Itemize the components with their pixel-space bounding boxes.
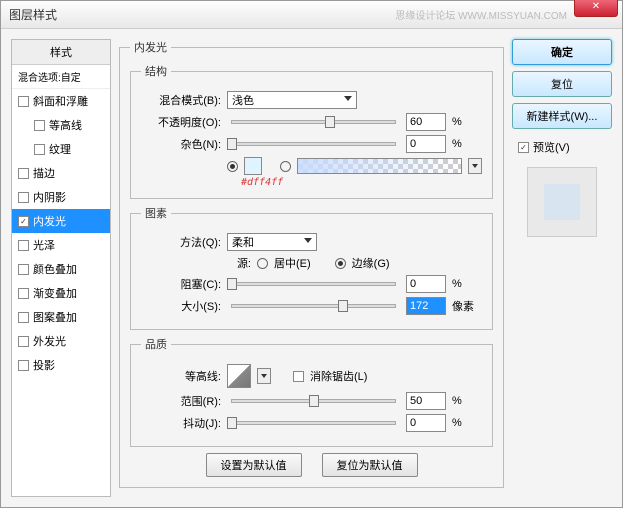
choke-slider[interactable] — [231, 282, 396, 286]
sidebar-item-11[interactable]: 投影 — [12, 353, 110, 377]
sidebar-item-4[interactable]: 内阴影 — [12, 185, 110, 209]
solid-color-radio[interactable] — [227, 161, 238, 172]
contour-label: 等高线: — [141, 368, 221, 384]
sidebar-item-10[interactable]: 外发光 — [12, 329, 110, 353]
opacity-slider[interactable] — [231, 120, 396, 124]
style-checkbox[interactable] — [18, 96, 29, 107]
elements-group: 图素 方法(Q): 柔和 源: 居中(E) 边缘(G) — [130, 205, 493, 330]
sidebar-header[interactable]: 样式 — [12, 40, 110, 65]
sidebar-item-label: 描边 — [33, 165, 55, 181]
window-title: 图层样式 — [9, 6, 57, 23]
sidebar-item-6[interactable]: 光泽 — [12, 233, 110, 257]
preview-label: 预览(V) — [533, 139, 570, 155]
close-button[interactable]: ✕ — [574, 0, 618, 17]
make-default-button[interactable]: 设置为默认值 — [206, 453, 302, 477]
size-slider[interactable] — [231, 304, 396, 308]
source-center-radio[interactable] — [257, 258, 268, 269]
gradient-dropdown[interactable] — [468, 158, 482, 174]
contour-picker[interactable] — [227, 364, 251, 388]
technique-combo[interactable]: 柔和 — [227, 233, 317, 251]
jitter-slider[interactable] — [231, 421, 396, 425]
sidebar-item-label: 投影 — [33, 357, 55, 373]
sidebar-item-label: 内阴影 — [33, 189, 66, 205]
sidebar-item-label: 内发光 — [33, 213, 66, 229]
sidebar-item-label: 光泽 — [33, 237, 55, 253]
style-checkbox[interactable] — [18, 216, 29, 227]
choke-label: 阻塞(C): — [141, 276, 221, 292]
opacity-input[interactable]: 60 — [406, 113, 446, 131]
color-swatch[interactable] — [244, 157, 262, 175]
panel-title: 内发光 — [130, 39, 171, 55]
style-checkbox[interactable] — [18, 360, 29, 371]
sidebar-item-7[interactable]: 颜色叠加 — [12, 257, 110, 281]
sidebar-item-2[interactable]: 纹理 — [12, 137, 110, 161]
preview-checkbox[interactable] — [518, 142, 529, 153]
style-checkbox[interactable] — [18, 240, 29, 251]
style-checkbox[interactable] — [18, 288, 29, 299]
sidebar-item-5[interactable]: 内发光 — [12, 209, 110, 233]
style-checkbox[interactable] — [18, 336, 29, 347]
sidebar-item-8[interactable]: 渐变叠加 — [12, 281, 110, 305]
styles-sidebar: 样式 混合选项:自定 斜面和浮雕等高线纹理描边内阴影内发光光泽颜色叠加渐变叠加图… — [11, 39, 111, 497]
sidebar-item-3[interactable]: 描边 — [12, 161, 110, 185]
sidebar-item-label: 斜面和浮雕 — [33, 93, 88, 109]
choke-input[interactable]: 0 — [406, 275, 446, 293]
chevron-down-icon — [344, 96, 352, 101]
sidebar-item-0[interactable]: 斜面和浮雕 — [12, 89, 110, 113]
settings-panel: 内发光 结构 混合模式(B): 浅色 不透明度(O): 60 % — [119, 39, 504, 497]
jitter-input[interactable]: 0 — [406, 414, 446, 432]
antialias-checkbox[interactable] — [293, 371, 304, 382]
style-checkbox[interactable] — [34, 120, 45, 131]
sidebar-item-label: 渐变叠加 — [33, 285, 77, 301]
style-checkbox[interactable] — [18, 168, 29, 179]
structure-group: 结构 混合模式(B): 浅色 不透明度(O): 60 % 杂色( — [130, 63, 493, 199]
reset-default-button[interactable]: 复位为默认值 — [322, 453, 418, 477]
sidebar-item-label: 等高线 — [49, 117, 82, 133]
blendmode-label: 混合模式(B): — [141, 92, 221, 108]
range-label: 范围(R): — [141, 393, 221, 409]
size-label: 大小(S): — [141, 298, 221, 314]
sidebar-item-9[interactable]: 图案叠加 — [12, 305, 110, 329]
range-input[interactable]: 50 — [406, 392, 446, 410]
technique-label: 方法(Q): — [141, 234, 221, 250]
new-style-button[interactable]: 新建样式(W)... — [512, 103, 612, 129]
noise-slider[interactable] — [231, 142, 396, 146]
titlebar[interactable]: 图层样式 思缘设计论坛 WWW.MISSYUAN.COM ✕ — [1, 1, 622, 29]
jitter-label: 抖动(J): — [141, 415, 221, 431]
gradient-radio[interactable] — [280, 161, 291, 172]
size-input[interactable]: 172 — [406, 297, 446, 315]
sidebar-item-label: 外发光 — [33, 333, 66, 349]
style-checkbox[interactable] — [34, 144, 45, 155]
noise-input[interactable]: 0 — [406, 135, 446, 153]
blendmode-combo[interactable]: 浅色 — [227, 91, 357, 109]
noise-label: 杂色(N): — [141, 136, 221, 152]
style-checkbox[interactable] — [18, 192, 29, 203]
preview-swatch — [527, 167, 597, 237]
sidebar-item-label: 颜色叠加 — [33, 261, 77, 277]
sidebar-item-label: 图案叠加 — [33, 309, 77, 325]
contour-dropdown[interactable] — [257, 368, 271, 384]
layer-style-dialog: 图层样式 思缘设计论坛 WWW.MISSYUAN.COM ✕ 样式 混合选项:自… — [0, 0, 623, 508]
source-edge-radio[interactable] — [335, 258, 346, 269]
cancel-button[interactable]: 复位 — [512, 71, 612, 97]
opacity-label: 不透明度(O): — [141, 114, 221, 130]
inner-glow-group: 内发光 结构 混合模式(B): 浅色 不透明度(O): 60 % — [119, 39, 504, 488]
quality-group: 品质 等高线: 消除锯齿(L) 范围(R): 50 % — [130, 336, 493, 447]
gradient-picker[interactable] — [297, 158, 462, 174]
hex-annotation: #dff4ff — [241, 177, 482, 188]
action-buttons: 确定 复位 新建样式(W)... 预览(V) — [512, 39, 612, 497]
watermark: 思缘设计论坛 WWW.MISSYUAN.COM — [395, 7, 567, 22]
sidebar-item-1[interactable]: 等高线 — [12, 113, 110, 137]
chevron-down-icon — [304, 238, 312, 243]
range-slider[interactable] — [231, 399, 396, 403]
sidebar-item-label: 纹理 — [49, 141, 71, 157]
source-label: 源: — [141, 255, 251, 271]
blend-options-item[interactable]: 混合选项:自定 — [12, 65, 110, 89]
ok-button[interactable]: 确定 — [512, 39, 612, 65]
style-checkbox[interactable] — [18, 264, 29, 275]
style-checkbox[interactable] — [18, 312, 29, 323]
